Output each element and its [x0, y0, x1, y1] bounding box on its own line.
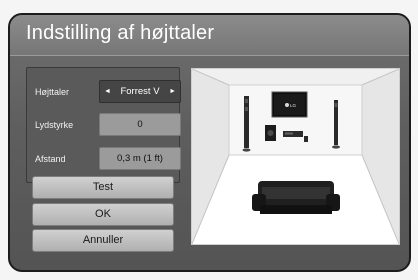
- volume-label: Lydstyrke: [35, 120, 74, 130]
- title-bar: Indstilling af højttaler: [10, 15, 409, 55]
- arrow-right-icon[interactable]: ►: [169, 81, 176, 102]
- speaker-label: Højttaler: [35, 87, 70, 97]
- ok-button[interactable]: OK: [32, 203, 174, 226]
- distance-value[interactable]: 0,3 m (1 ft): [99, 147, 181, 170]
- dialog-title: Indstilling af højttaler: [26, 22, 215, 44]
- player-unit-icon: [283, 131, 303, 137]
- speaker-value: Forrest V: [120, 86, 160, 97]
- test-button[interactable]: Test: [32, 176, 174, 199]
- small-speaker-icon: [304, 136, 308, 142]
- room-diagram: LG: [191, 68, 400, 245]
- tv-logo-text: LG: [290, 103, 297, 108]
- distance-label: Afstand: [35, 154, 66, 164]
- arrow-left-icon[interactable]: ◄: [104, 81, 111, 102]
- sofa-icon: [252, 181, 340, 214]
- subwoofer-icon: [265, 125, 276, 141]
- title-divider: [10, 55, 409, 56]
- volume-value[interactable]: 0: [99, 113, 181, 136]
- cancel-button[interactable]: Annuller: [32, 229, 174, 252]
- tv-icon: LG: [271, 91, 308, 118]
- room-illustration: LG: [191, 68, 400, 245]
- speaker-settings-panel: Højttaler ◄ Forrest V ► Lydstyrke 0 Afst…: [26, 67, 181, 183]
- speaker-selector[interactable]: ◄ Forrest V ►: [99, 80, 181, 103]
- speaker-setup-dialog: Indstilling af højttaler Højttaler ◄ For…: [8, 13, 411, 272]
